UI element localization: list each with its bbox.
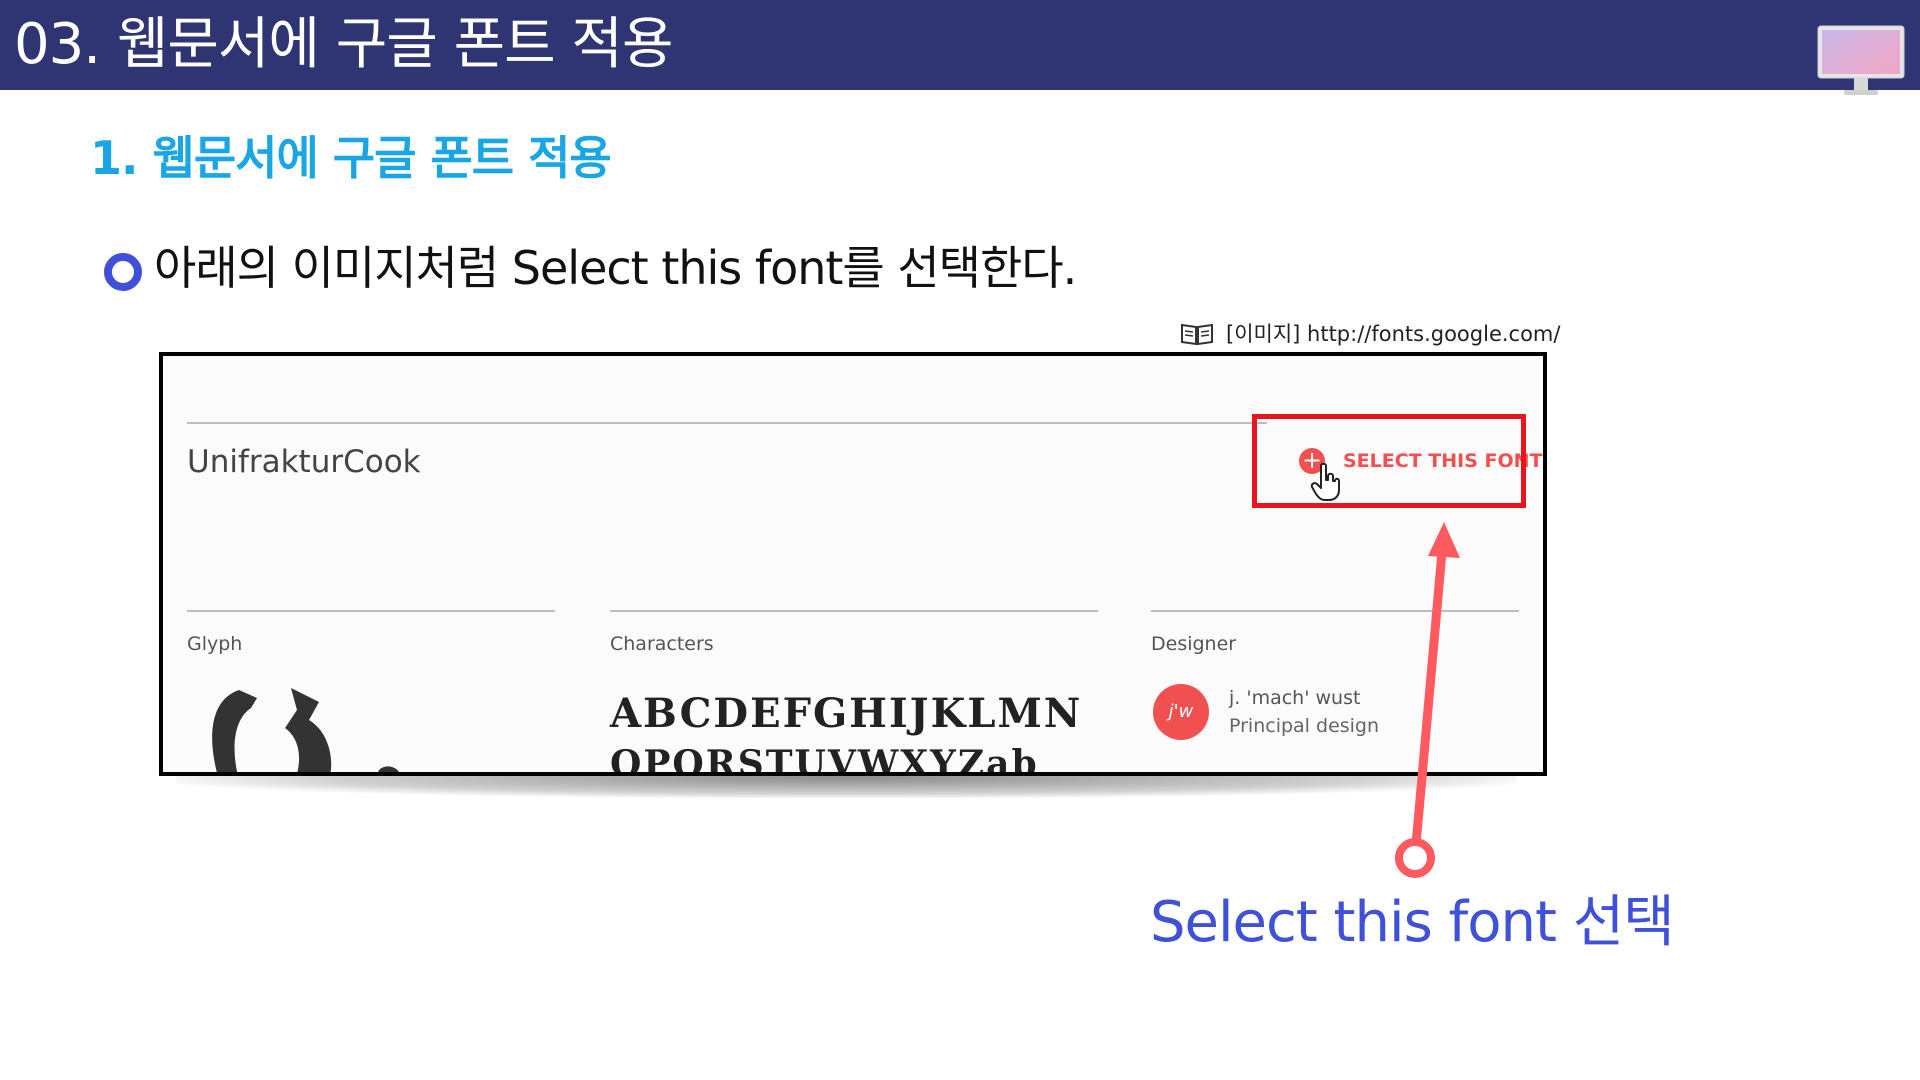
designer-role: Principal design — [1229, 715, 1380, 737]
divider — [187, 610, 555, 612]
glyph-preview-icon — [212, 688, 399, 772]
designer-label: Designer — [1151, 633, 1237, 655]
bullet-text: 아래의 이미지처럼 Select this font를 선택한다. — [154, 241, 1077, 295]
divider — [1151, 610, 1519, 612]
font-name: UnifrakturCook — [187, 444, 421, 480]
characters-label: Characters — [610, 633, 714, 655]
header-bar: 03. 웹문서에 구글 폰트 적용 — [0, 0, 1920, 90]
divider — [187, 422, 1267, 424]
book-icon — [1181, 323, 1213, 346]
section-title: 1. 웹문서에 구글 폰트 적용 — [90, 131, 612, 185]
page-title: 03. 웹문서에 구글 폰트 적용 — [14, 12, 673, 77]
bullet-circle-icon — [104, 253, 142, 291]
avatar: j'w — [1153, 684, 1209, 740]
characters-preview: ABCDEFGHIJKLMN — [610, 690, 1083, 737]
highlight-box — [1252, 414, 1526, 508]
monitor-icon — [1817, 25, 1905, 95]
source-text: [이미지] http://fonts.google.com/ — [1226, 322, 1561, 346]
callout-text: Select this font 선택 — [1150, 890, 1675, 955]
designer-name: j. 'mach' wust — [1229, 687, 1361, 709]
characters-preview-row2: OPQRSTUVWXYZab — [610, 743, 1039, 776]
divider — [610, 610, 1098, 612]
glyph-label: Glyph — [187, 633, 243, 655]
